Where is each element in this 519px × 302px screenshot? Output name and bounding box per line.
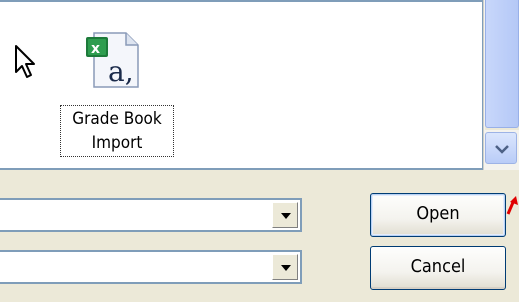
vertical-scrollbar[interactable] [483, 0, 519, 170]
excel-csv-file-icon: x a, [86, 32, 139, 88]
annotation-arrow-icon [506, 196, 518, 215]
svg-text:x: x [91, 41, 100, 57]
open-button[interactable]: Open [370, 193, 506, 237]
file-item-label: Grade Book Import [60, 105, 174, 157]
dropdown-arrow-icon [281, 265, 291, 271]
file-item-grade-book-import[interactable]: x a, Grade Book Import [60, 27, 180, 162]
svg-text:a,: a, [108, 55, 134, 88]
file-type-dropdown-button[interactable] [272, 254, 298, 280]
mouse-pointer-icon [15, 45, 35, 78]
file-type-combobox[interactable] [0, 250, 302, 284]
file-list-view[interactable]: x a, Grade Book Import [0, 0, 483, 170]
chevron-down-icon [495, 145, 509, 154]
file-name-dropdown-button[interactable] [272, 202, 298, 228]
scroll-down-button[interactable] [485, 132, 517, 164]
file-name-combobox[interactable] [0, 198, 302, 232]
scrollbar-track[interactable] [485, 0, 519, 130]
dropdown-arrow-icon [281, 213, 291, 219]
scrollbar-thumb[interactable] [485, 0, 519, 128]
cancel-button[interactable]: Cancel [370, 246, 506, 290]
